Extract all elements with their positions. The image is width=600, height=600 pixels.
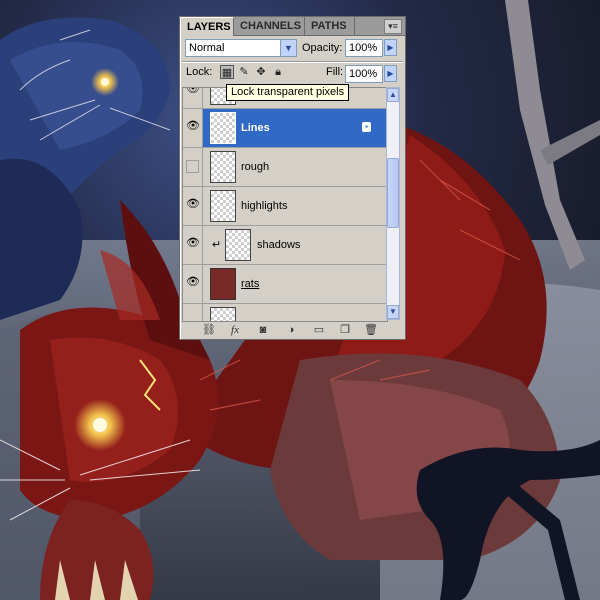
layers-panel-toolbar: ⛓︎ fx ◙ ◑ ▭ ❐ 🗑︎ bbox=[180, 321, 405, 339]
layer-thumbnail bbox=[210, 307, 236, 321]
visibility-cell[interactable] bbox=[183, 148, 203, 186]
lock-image-pixels-icon[interactable]: ✎ bbox=[237, 65, 251, 79]
opacity-label: Opacity: bbox=[302, 42, 343, 54]
scrollbar-thumb[interactable] bbox=[387, 158, 399, 228]
visibility-cell[interactable]: 👁︎ bbox=[183, 265, 203, 303]
layer-thumbnail bbox=[210, 112, 236, 144]
link-icon[interactable]: ⛓︎ bbox=[202, 323, 216, 337]
visibility-cell[interactable] bbox=[183, 304, 203, 321]
panel-tab-bar: LAYERS CHANNELS PATHS ▾≡ bbox=[180, 17, 405, 36]
lock-all-icon[interactable]: 🔒︎ bbox=[271, 65, 285, 79]
scroll-up-icon[interactable]: ▲ bbox=[387, 88, 399, 102]
blend-mode-select[interactable]: Normal ▼ bbox=[185, 39, 297, 57]
layer-row-lines[interactable]: 👁︎ Lines ▪ bbox=[183, 109, 387, 148]
lock-options-row: Lock: ▦ ✎ ✥ 🔒︎ Fill: 100% ▶ bbox=[180, 63, 405, 85]
chevron-down-icon[interactable]: ▼ bbox=[280, 40, 296, 56]
eye-icon[interactable]: 👁︎ bbox=[186, 238, 200, 251]
layer-name: highlights bbox=[241, 200, 288, 212]
layer-list-scrollbar[interactable]: ▲ ▼ bbox=[386, 87, 400, 320]
clipping-mask-arrow-icon: ↵ bbox=[212, 239, 222, 251]
layer-name: rats bbox=[241, 278, 260, 290]
layers-panel: LAYERS CHANNELS PATHS ▾≡ Normal ▼ Opacit… bbox=[179, 16, 406, 340]
layer-row-bottom[interactable] bbox=[183, 304, 387, 321]
eye-hidden-icon[interactable] bbox=[186, 160, 199, 173]
fill-input[interactable]: 100% bbox=[345, 65, 383, 83]
visibility-cell[interactable]: 👁︎ bbox=[183, 226, 203, 264]
lock-label: Lock: bbox=[186, 66, 213, 78]
scroll-down-icon[interactable]: ▼ bbox=[387, 305, 399, 319]
layer-name: rough bbox=[241, 161, 270, 173]
mask-icon[interactable]: ◙ bbox=[256, 323, 270, 337]
opacity-input[interactable]: 100% bbox=[345, 39, 383, 57]
layer-name: Lines bbox=[241, 122, 270, 134]
layer-thumbnail bbox=[210, 268, 236, 300]
fill-label: Fill: bbox=[326, 66, 344, 78]
blend-options-row: Normal ▼ Opacity: 100% ▶ bbox=[180, 38, 405, 60]
tab-paths[interactable]: PATHS bbox=[305, 17, 355, 35]
layer-thumbnail bbox=[210, 190, 236, 222]
blend-mode-value: Normal bbox=[189, 42, 225, 54]
eye-icon[interactable]: 👁︎ bbox=[186, 88, 200, 97]
layer-row-rats[interactable]: 👁︎ rats bbox=[183, 265, 387, 304]
eye-icon[interactable]: 👁︎ bbox=[186, 199, 200, 212]
trash-icon[interactable]: 🗑︎ bbox=[364, 323, 378, 337]
layer-row-rough[interactable]: rough bbox=[183, 148, 387, 187]
eye-icon[interactable]: 👁︎ bbox=[186, 121, 200, 134]
layer-row-highlights[interactable]: 👁︎ highlights bbox=[183, 187, 387, 226]
lock-position-icon[interactable]: ✥ bbox=[254, 65, 268, 79]
layer-row-shadows[interactable]: 👁︎ ↵ shadows bbox=[183, 226, 387, 265]
visibility-cell[interactable]: 👁︎ bbox=[183, 88, 203, 108]
tab-channels[interactable]: CHANNELS bbox=[234, 17, 305, 35]
lock-transparent-pixels-icon[interactable]: ▦ bbox=[220, 65, 234, 79]
layer-thumbnail bbox=[210, 151, 236, 183]
layer-thumbnail bbox=[225, 229, 251, 261]
adjustment-icon[interactable]: ◑ bbox=[284, 323, 298, 337]
layer-name: shadows bbox=[257, 239, 301, 251]
layer-list: 👁︎ 👁︎ Lines ▪ rough 👁︎ highlights 👁︎ ↵ s… bbox=[182, 87, 388, 322]
layer-lock-icon: ▪ bbox=[362, 122, 371, 132]
opacity-slider-arrow-icon[interactable]: ▶ bbox=[384, 39, 397, 56]
tab-layers[interactable]: LAYERS bbox=[180, 17, 234, 36]
panel-menu-icon[interactable]: ▾≡ bbox=[384, 19, 402, 34]
fx-icon[interactable]: fx bbox=[228, 323, 242, 337]
eye-icon[interactable]: 👁︎ bbox=[186, 277, 200, 290]
folder-icon[interactable]: ▭ bbox=[312, 323, 326, 337]
tooltip: Lock transparent pixels bbox=[226, 84, 350, 101]
visibility-cell[interactable]: 👁︎ bbox=[183, 109, 203, 147]
new-layer-icon[interactable]: ❐ bbox=[338, 323, 352, 337]
fill-slider-arrow-icon[interactable]: ▶ bbox=[384, 65, 397, 82]
visibility-cell[interactable]: 👁︎ bbox=[183, 187, 203, 225]
